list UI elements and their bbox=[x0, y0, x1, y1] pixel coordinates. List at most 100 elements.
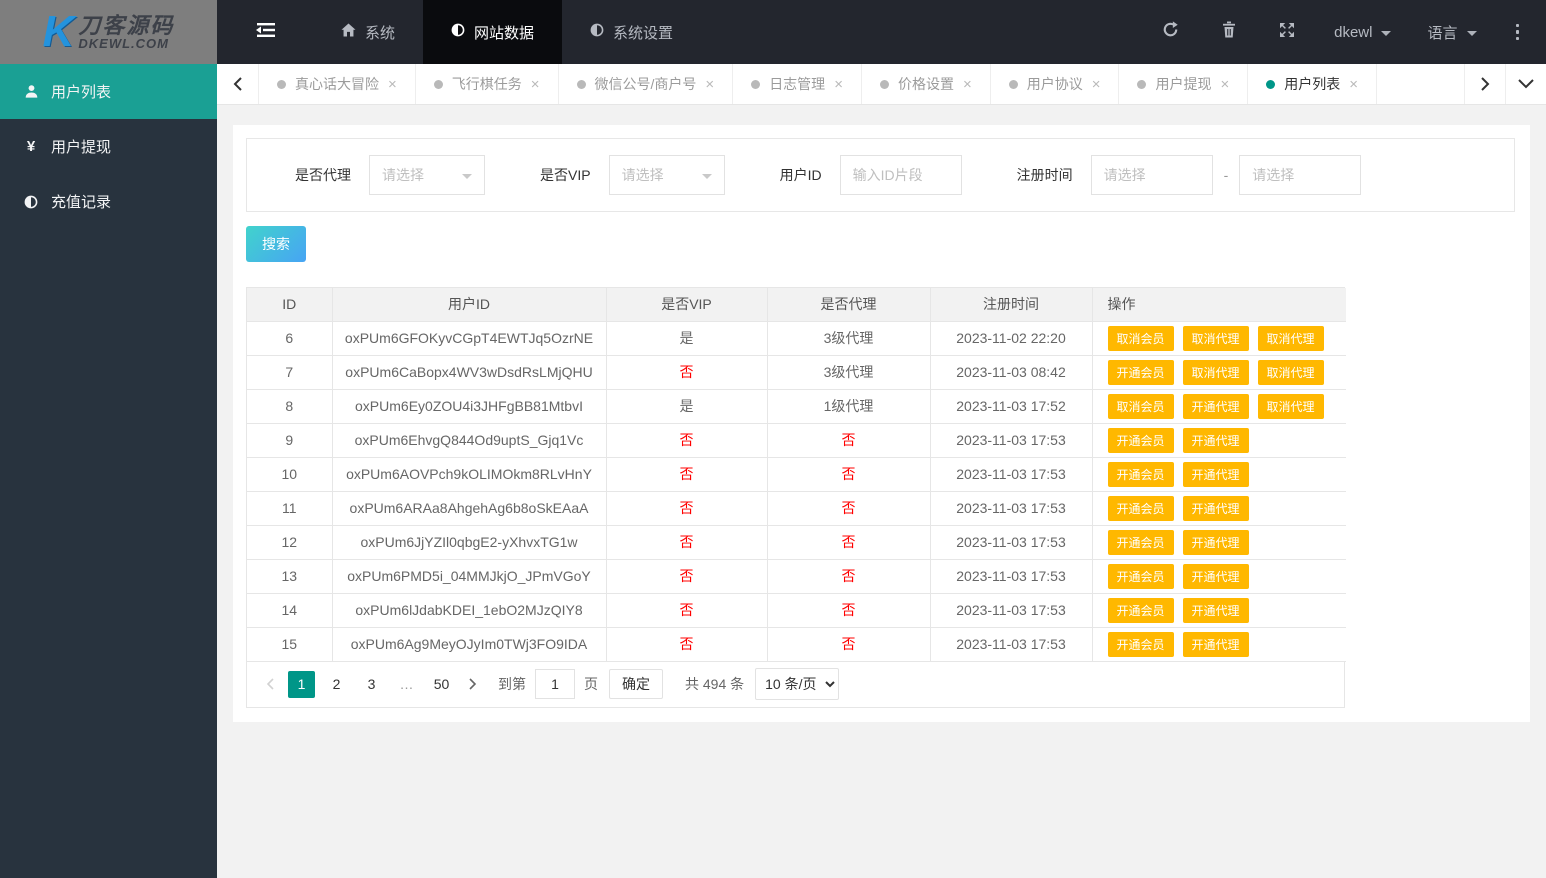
sidebar: 用户列表 ¥ 用户提现 充值记录 bbox=[0, 64, 217, 878]
tabs-menu-button[interactable] bbox=[1505, 64, 1546, 104]
tab-close-icon[interactable]: × bbox=[1092, 77, 1101, 92]
top-nav-item-网站数据[interactable]: 网站数据 bbox=[423, 0, 563, 64]
tab-close-icon[interactable]: × bbox=[1220, 77, 1229, 92]
column-header-是否VIP: 是否VIP bbox=[606, 288, 768, 322]
action-button-开通会员[interactable]: 开通会员 bbox=[1107, 597, 1174, 623]
tab-真心话大冒险[interactable]: 真心话大冒险 × bbox=[258, 64, 416, 104]
tab-close-icon[interactable]: × bbox=[1349, 77, 1358, 92]
chevron-down-icon bbox=[1466, 30, 1477, 36]
goto-confirm-button[interactable]: 确定 bbox=[609, 669, 663, 699]
fullscreen-button[interactable] bbox=[1258, 0, 1316, 64]
user-menu[interactable]: dkewl bbox=[1316, 0, 1409, 64]
userid-filter-input[interactable] bbox=[839, 155, 962, 195]
clear-cache-button[interactable] bbox=[1200, 0, 1258, 64]
action-button-取消代理[interactable]: 取消代理 bbox=[1257, 393, 1324, 419]
tab-微信公号/商户号[interactable]: 微信公号/商户号 × bbox=[559, 64, 734, 104]
vip-filter-placeholder: 请选择 bbox=[621, 167, 664, 183]
action-button-开通会员[interactable]: 开通会员 bbox=[1107, 359, 1174, 385]
tabs-scroll-left-button[interactable] bbox=[217, 64, 258, 104]
cell-id: 7 bbox=[247, 355, 333, 390]
sidebar-item-用户列表[interactable]: 用户列表 bbox=[0, 64, 217, 119]
user-icon bbox=[22, 84, 40, 99]
column-header-是否代理: 是否代理 bbox=[767, 288, 931, 322]
cell-agent: 否 bbox=[767, 457, 931, 492]
tab-dot-icon bbox=[576, 79, 586, 89]
page-number-2[interactable]: 2 bbox=[323, 671, 350, 698]
cell-id: 15 bbox=[247, 627, 333, 662]
action-button-开通会员[interactable]: 开通会员 bbox=[1107, 427, 1174, 453]
top-nav-label: 网站数据 bbox=[474, 24, 535, 42]
tab-用户提现[interactable]: 用户提现 × bbox=[1119, 64, 1249, 104]
action-button-开通代理[interactable]: 开通代理 bbox=[1182, 529, 1249, 555]
tab-close-icon[interactable]: × bbox=[963, 77, 972, 92]
action-button-开通代理[interactable]: 开通代理 bbox=[1182, 393, 1249, 419]
table-row: 12 oxPUm6JjYZIl0qbgE2-yXhvxTG1w 否否 2023-11-… bbox=[247, 525, 1346, 560]
brand-logo[interactable]: K 刀客源码 DKEWL.COM bbox=[0, 0, 217, 64]
sidebar-item-充值记录[interactable]: 充值记录 bbox=[0, 174, 217, 229]
action-button-取消会员[interactable]: 取消会员 bbox=[1107, 325, 1174, 351]
action-button-开通代理[interactable]: 开通代理 bbox=[1182, 597, 1249, 623]
action-button-开通会员[interactable]: 开通会员 bbox=[1107, 529, 1174, 555]
cell-user-id: oxPUm6GFOKyvCGpT4EWTJq5OzrNE bbox=[332, 321, 607, 356]
cell-user-id: oxPUm6JjYZIl0qbgE2-yXhvxTG1w bbox=[332, 525, 607, 560]
menu-collapse-button[interactable] bbox=[217, 0, 313, 64]
tab-用户协议[interactable]: 用户协议 × bbox=[991, 64, 1120, 104]
tab-close-icon[interactable]: × bbox=[531, 77, 540, 92]
vip-filter-select[interactable]: 请选择 bbox=[608, 155, 725, 195]
regtime-end-input[interactable] bbox=[1239, 155, 1362, 195]
cell-reg-time: 2023-11-03 17:53 bbox=[930, 423, 1093, 458]
page-number-1[interactable]: 1 bbox=[288, 670, 315, 698]
cell-agent: 3级代理 bbox=[767, 321, 931, 356]
sidebar-item-用户提现[interactable]: ¥ 用户提现 bbox=[0, 119, 217, 174]
action-button-开通会员[interactable]: 开通会员 bbox=[1107, 563, 1174, 589]
language-menu[interactable]: 语言 bbox=[1409, 0, 1494, 64]
search-button[interactable]: 搜索 bbox=[246, 226, 306, 262]
page-size-select[interactable]: 10 条/页 bbox=[755, 668, 840, 700]
cell-vip: 否 bbox=[606, 559, 768, 594]
action-button-开通代理[interactable]: 开通代理 bbox=[1182, 563, 1249, 589]
yen-icon: ¥ bbox=[26, 138, 36, 155]
cell-actions: 取消会员 取消代理 取消代理 bbox=[1092, 321, 1346, 356]
action-button-开通会员[interactable]: 开通会员 bbox=[1107, 631, 1174, 657]
action-button-开通会员[interactable]: 开通会员 bbox=[1107, 461, 1174, 487]
page-number-50[interactable]: 50 bbox=[428, 671, 455, 698]
action-button-取消代理[interactable]: 取消代理 bbox=[1257, 359, 1324, 385]
tab-飞行棋任务[interactable]: 飞行棋任务 × bbox=[416, 64, 559, 104]
next-page-button[interactable] bbox=[459, 678, 486, 690]
tab-日志管理[interactable]: 日志管理 × bbox=[733, 64, 862, 104]
page-number-3[interactable]: 3 bbox=[358, 671, 385, 698]
tabs-scroll-right-button[interactable] bbox=[1464, 64, 1505, 104]
cell-vip: 否 bbox=[606, 593, 768, 628]
more-button[interactable] bbox=[1495, 0, 1541, 64]
prev-page-button[interactable] bbox=[257, 678, 284, 690]
regtime-start-input[interactable] bbox=[1090, 155, 1213, 195]
table-row: 13 oxPUm6PMD5i_04MMJkjO_JPmVGoY 否否 2023-11-… bbox=[247, 559, 1346, 594]
top-nav-item-系统[interactable]: 系统 bbox=[313, 0, 423, 64]
goto-page-input[interactable] bbox=[535, 669, 575, 699]
fullscreen-icon bbox=[1279, 22, 1295, 43]
table-row: 7 oxPUm6CaBopx4WV3wDsdRsLMjQHU 否 3级代理 2023-1… bbox=[247, 355, 1346, 390]
refresh-button[interactable] bbox=[1141, 0, 1200, 64]
action-button-开通代理[interactable]: 开通代理 bbox=[1182, 495, 1249, 521]
tab-用户列表[interactable]: 用户列表 × bbox=[1248, 64, 1378, 104]
tab-close-icon[interactable]: × bbox=[705, 77, 714, 92]
action-button-开通会员[interactable]: 开通会员 bbox=[1107, 495, 1174, 521]
action-button-取消代理[interactable]: 取消代理 bbox=[1182, 325, 1249, 351]
action-button-开通代理[interactable]: 开通代理 bbox=[1182, 461, 1249, 487]
cell-vip: 否 bbox=[606, 627, 768, 662]
tab-close-icon[interactable]: × bbox=[834, 77, 843, 92]
agent-filter-select[interactable]: 请选择 bbox=[369, 155, 485, 195]
tab-close-icon[interactable]: × bbox=[388, 77, 397, 92]
cell-reg-time: 2023-11-03 17:53 bbox=[930, 491, 1093, 526]
cell-agent: 1级代理 bbox=[767, 389, 931, 424]
brand-k-icon: K bbox=[42, 7, 75, 57]
tab-价格设置[interactable]: 价格设置 × bbox=[862, 64, 991, 104]
action-button-取消代理[interactable]: 取消代理 bbox=[1182, 359, 1249, 385]
action-button-开通代理[interactable]: 开通代理 bbox=[1182, 427, 1249, 453]
column-header-ID: ID bbox=[247, 288, 333, 322]
top-nav-item-系统设置[interactable]: 系统设置 bbox=[562, 0, 701, 64]
action-button-取消代理[interactable]: 取消代理 bbox=[1257, 325, 1324, 351]
action-button-取消会员[interactable]: 取消会员 bbox=[1107, 393, 1174, 419]
action-button-开通代理[interactable]: 开通代理 bbox=[1182, 631, 1249, 657]
tab-label: 真心话大冒险 bbox=[295, 76, 379, 92]
